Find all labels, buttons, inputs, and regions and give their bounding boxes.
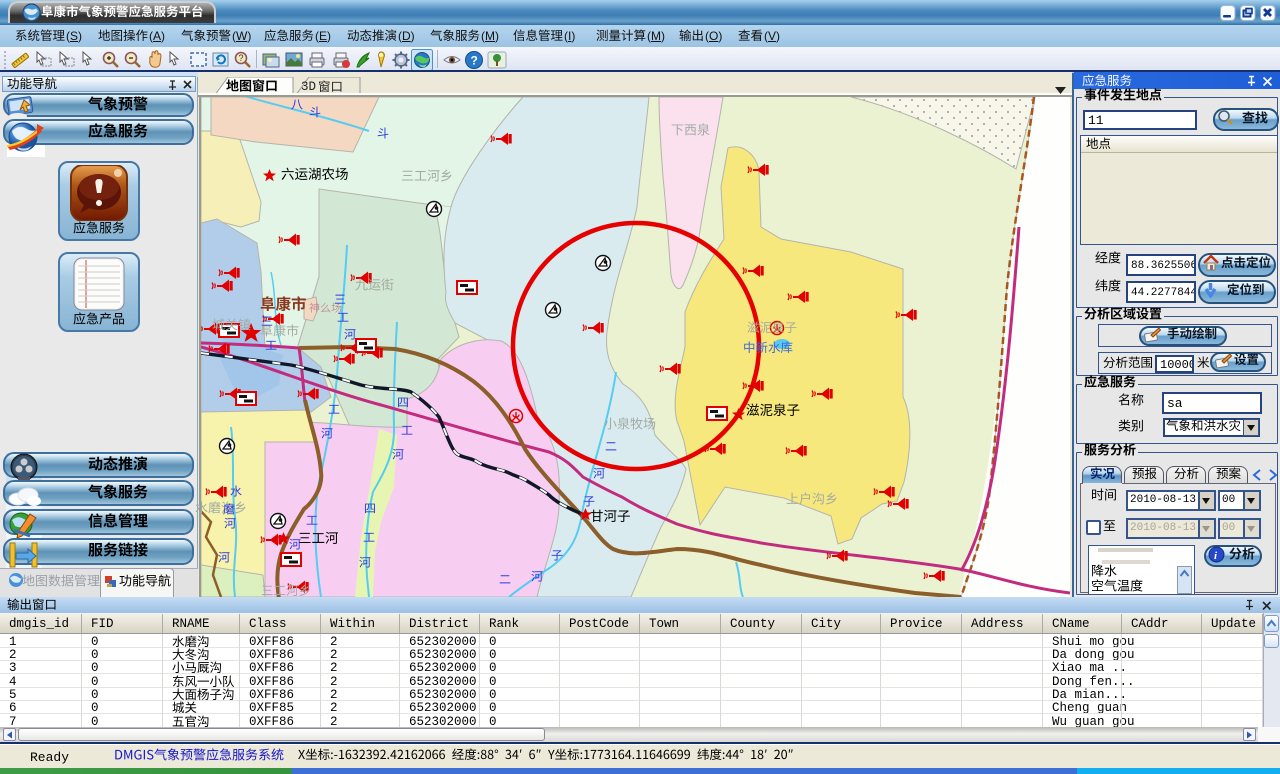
svg-text:?: ? xyxy=(239,53,244,63)
svg-text:?: ? xyxy=(471,54,478,68)
